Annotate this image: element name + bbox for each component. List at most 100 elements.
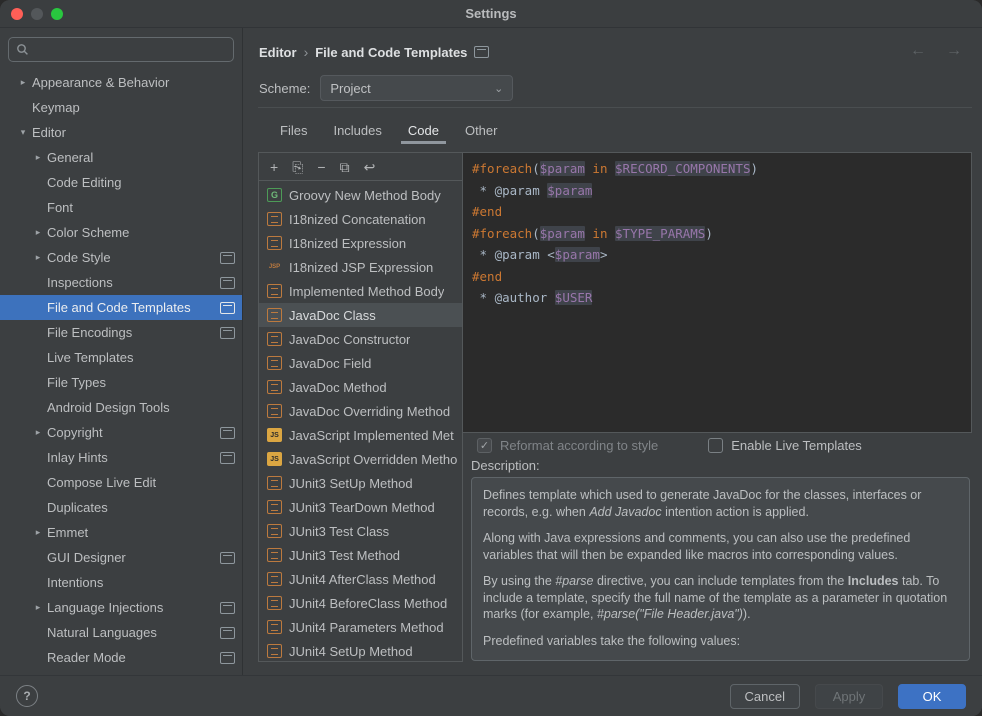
chevron-down-icon: ⌄	[494, 82, 503, 95]
template-item-junit4-parameters-method[interactable]: JUnit4 Parameters Method	[259, 615, 462, 639]
chevron-right-icon[interactable]: ▸	[29, 152, 47, 163]
breadcrumb-editor[interactable]: Editor	[259, 45, 297, 60]
cancel-button[interactable]: Cancel	[730, 684, 800, 709]
sidebar-item-general[interactable]: ▸General	[0, 145, 242, 170]
chevron-right-icon[interactable]: ▸	[29, 427, 47, 438]
tab-other[interactable]: Other	[452, 118, 511, 144]
code-token: in	[585, 226, 615, 241]
sidebar-item-gui-designer[interactable]: GUI Designer	[0, 545, 242, 570]
sidebar-item-copyright[interactable]: ▸Copyright	[0, 420, 242, 445]
search-input[interactable]	[34, 42, 226, 57]
template-item-javadoc-overriding-method[interactable]: JavaDoc Overriding Method	[259, 399, 462, 423]
close-button[interactable]	[11, 8, 23, 20]
sidebar-item-editor[interactable]: ▾Editor	[0, 120, 242, 145]
template-editor[interactable]: #foreach($param in $RECORD_COMPONENTS) *…	[463, 152, 972, 433]
remove-icon[interactable]: −	[317, 160, 325, 174]
sidebar-item-label: Color Scheme	[47, 225, 129, 240]
sidebar-item-android-design-tools[interactable]: Android Design Tools	[0, 395, 242, 420]
separator	[258, 107, 972, 108]
template-item-junit3-test-class[interactable]: JUnit3 Test Class	[259, 519, 462, 543]
template-item-javadoc-method[interactable]: JavaDoc Method	[259, 375, 462, 399]
code-token: $param	[540, 161, 585, 176]
template-item-label: JUnit4 BeforeClass Method	[289, 596, 447, 611]
template-item-implemented-method-body[interactable]: Implemented Method Body	[259, 279, 462, 303]
template-item-javascript-overridden-metho[interactable]: JSJavaScript Overridden Metho	[259, 447, 462, 471]
zoom-button[interactable]	[51, 8, 63, 20]
template-item-javascript-implemented-met[interactable]: JSJavaScript Implemented Met	[259, 423, 462, 447]
template-item-junit3-test-method[interactable]: JUnit3 Test Method	[259, 543, 462, 567]
tab-files[interactable]: Files	[267, 118, 320, 144]
template-item-i18nized-concatenation[interactable]: I18nized Concatenation	[259, 207, 462, 231]
template-file-icon	[267, 308, 282, 322]
sidebar-item-label: Inspections	[47, 275, 113, 290]
sidebar-item-code-editing[interactable]: Code Editing	[0, 170, 242, 195]
template-file-icon	[267, 548, 282, 562]
template-item-label: JavaScript Overridden Metho	[289, 452, 457, 467]
sidebar-item-live-templates[interactable]: Live Templates	[0, 345, 242, 370]
sidebar-item-emmet[interactable]: ▸Emmet	[0, 520, 242, 545]
template-item-groovy-new-method-body[interactable]: GGroovy New Method Body	[259, 183, 462, 207]
breadcrumb: Editor › File and Code Templates	[259, 41, 489, 63]
chevron-right-icon[interactable]: ▸	[14, 77, 32, 88]
sidebar-item-keymap[interactable]: Keymap	[0, 95, 242, 120]
sidebar-item-reader-mode[interactable]: Reader Mode	[0, 645, 242, 670]
help-button[interactable]: ?	[16, 685, 38, 707]
template-file-icon	[267, 356, 282, 370]
sidebar-item-file-and-code-templates[interactable]: File and Code Templates	[0, 295, 242, 320]
template-item-junit4-afterclass-method[interactable]: JUnit4 AfterClass Method	[259, 567, 462, 591]
sidebar-item-label: File Encodings	[47, 325, 132, 340]
template-item-label: JUnit3 SetUp Method	[289, 476, 413, 491]
back-arrow-icon[interactable]: ←	[910, 42, 926, 60]
template-item-i18nized-expression[interactable]: I18nized Expression	[259, 231, 462, 255]
apply-button[interactable]: Apply	[815, 684, 883, 709]
forward-arrow-icon[interactable]: →	[946, 42, 962, 60]
scheme-dropdown[interactable]: Project ⌄	[320, 75, 513, 101]
template-item-junit4-setup-method[interactable]: JUnit4 SetUp Method	[259, 639, 462, 661]
chevron-right-icon[interactable]: ▸	[29, 227, 47, 238]
template-item-label: JUnit3 Test Method	[289, 548, 400, 563]
template-item-label: JUnit3 TearDown Method	[289, 500, 435, 515]
sidebar-item-compose-live-edit[interactable]: Compose Live Edit	[0, 470, 242, 495]
sidebar-item-file-encodings[interactable]: File Encodings	[0, 320, 242, 345]
sidebar-item-language-injections[interactable]: ▸Language Injections	[0, 595, 242, 620]
sidebar-item-duplicates[interactable]: Duplicates	[0, 495, 242, 520]
template-item-junit3-teardown-method[interactable]: JUnit3 TearDown Method	[259, 495, 462, 519]
template-item-label: JUnit4 SetUp Method	[289, 644, 413, 659]
chevron-down-icon[interactable]: ▾	[14, 127, 32, 138]
chevron-right-icon[interactable]: ▸	[29, 527, 47, 538]
description-text: directive, you can include templates fro…	[594, 574, 848, 588]
checkbox-unchecked-icon[interactable]	[708, 438, 723, 453]
template-item-javadoc-class[interactable]: JavaDoc Class	[259, 303, 462, 327]
reset-icon[interactable]: ↩	[364, 160, 376, 174]
sidebar-item-font[interactable]: Font	[0, 195, 242, 220]
template-item-javadoc-constructor[interactable]: JavaDoc Constructor	[259, 327, 462, 351]
sidebar-item-inspections[interactable]: Inspections	[0, 270, 242, 295]
sidebar-item-intentions[interactable]: Intentions	[0, 570, 242, 595]
settings-search[interactable]	[8, 37, 234, 62]
sidebar-item-appearance-behavior[interactable]: ▸Appearance & Behavior	[0, 70, 242, 95]
template-item-junit4-beforeclass-method[interactable]: JUnit4 BeforeClass Method	[259, 591, 462, 615]
sidebar-item-natural-languages[interactable]: Natural Languages	[0, 620, 242, 645]
template-file-icon	[267, 596, 282, 610]
add-icon[interactable]: +	[270, 160, 278, 174]
sidebar-item-label: Editor	[32, 125, 66, 140]
sidebar-item-color-scheme[interactable]: ▸Color Scheme	[0, 220, 242, 245]
duplicate-icon[interactable]: ⧉	[340, 160, 350, 174]
template-item-junit3-setup-method[interactable]: JUnit3 SetUp Method	[259, 471, 462, 495]
sidebar-item-inlay-hints[interactable]: Inlay Hints	[0, 445, 242, 470]
ok-button[interactable]: OK	[898, 684, 966, 709]
chevron-right-icon[interactable]: ▸	[29, 602, 47, 613]
copy-from-icon[interactable]: ⎘	[292, 160, 303, 174]
js-file-icon: JS	[267, 428, 282, 442]
settings-content: Editor › File and Code Templates ← → Sch…	[243, 28, 982, 675]
sidebar-item-code-style[interactable]: ▸Code Style	[0, 245, 242, 270]
enable-live-templates-checkbox[interactable]: Enable Live Templates	[708, 438, 862, 453]
screen-icon	[220, 302, 235, 314]
template-item-i18nized-jsp-expression[interactable]: JSPI18nized JSP Expression	[259, 255, 462, 279]
sidebar-item-file-types[interactable]: File Types	[0, 370, 242, 395]
chevron-right-icon[interactable]: ▸	[29, 252, 47, 263]
screen-icon	[220, 252, 235, 264]
tab-includes[interactable]: Includes	[320, 118, 394, 144]
template-item-javadoc-field[interactable]: JavaDoc Field	[259, 351, 462, 375]
tab-code[interactable]: Code	[395, 118, 452, 144]
